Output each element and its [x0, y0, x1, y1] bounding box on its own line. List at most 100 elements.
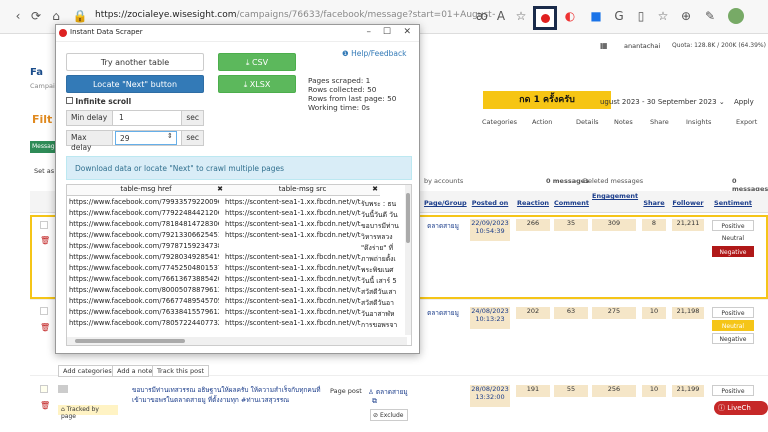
scraped-row: https://www.facebook.com/797871592347385…: [67, 242, 407, 252]
help-link[interactable]: ❶ Help/Feedback: [342, 49, 406, 58]
scroll-thumb[interactable]: [75, 339, 185, 343]
xlsx-button[interactable]: ⤓ XLSX: [218, 75, 296, 93]
instant-data-scraper-extension-button[interactable]: [533, 6, 557, 30]
add-categories-button[interactable]: Add categories: [58, 365, 117, 377]
max-delay-field[interactable]: Max delay 29 ⇕ sec: [66, 130, 204, 152]
track-post-button[interactable]: Track this post: [152, 365, 210, 377]
exclude-label: Exclude: [379, 412, 404, 419]
extensions-icon[interactable]: ✎: [702, 8, 718, 24]
facebook-label: Fa: [30, 67, 43, 78]
row-page[interactable]: ตลาดสายมู: [424, 308, 462, 318]
apply-button[interactable]: Apply: [734, 98, 754, 106]
scroll-thumb[interactable]: [406, 193, 410, 243]
profile-avatar[interactable]: [728, 8, 744, 24]
extension-g-icon[interactable]: G: [611, 8, 627, 24]
sentiment-positive[interactable]: Positive: [712, 220, 754, 231]
sentiment-positive[interactable]: Positive: [712, 385, 754, 396]
try-another-table-button[interactable]: Try another table: [66, 53, 204, 71]
text-size-icon[interactable]: A: [493, 8, 509, 24]
tool-categories[interactable]: Categories: [482, 118, 517, 126]
minimize-icon[interactable]: –: [367, 27, 372, 37]
tool-share[interactable]: Share: [650, 118, 669, 126]
row-posted[interactable]: 22/09/2023 10:54:39: [470, 219, 510, 241]
livechat-button[interactable]: ⓘ LiveCh: [714, 401, 768, 415]
col-engagement[interactable]: Engagement: [592, 192, 638, 214]
close-icon[interactable]: ✕: [403, 27, 411, 37]
extension-blue-icon[interactable]: ■: [588, 8, 604, 24]
post-text-line1[interactable]: ขอบารมีท่านเทสวรรณ อธิษฐานให้ผลครับ ให้ค…: [132, 385, 327, 395]
favorites-icon[interactable]: ☆: [655, 8, 671, 24]
sentiment-negative[interactable]: Negative: [712, 246, 754, 257]
infinite-scroll-toggle[interactable]: Infinite scroll: [66, 97, 131, 106]
text-cell: วันนี้วันดี วัน: [361, 209, 405, 219]
max-delay-label: Max delay: [67, 131, 113, 152]
sentiment-positive[interactable]: Positive: [712, 307, 754, 318]
reload-icon[interactable]: ⟳: [28, 8, 44, 24]
user-icon: ♙: [368, 388, 374, 396]
locate-next-button[interactable]: Locate "Next" button: [66, 75, 204, 93]
read-aloud-icon[interactable]: ꜵ: [474, 8, 490, 24]
stepper-icon[interactable]: ⇕: [167, 132, 173, 140]
xlsx-label: XLSX: [249, 80, 271, 89]
home-icon[interactable]: ⌂: [48, 8, 64, 24]
min-delay-field[interactable]: Min delay 1 sec: [66, 110, 204, 126]
sentiment-neutral[interactable]: Neutral: [712, 233, 754, 244]
trash-icon[interactable]: 🗑: [40, 323, 50, 332]
post-text-line2[interactable]: เข้ามาขอพรในตลาดสายมู ที่ตั้งงามทุก #ท่า…: [132, 395, 327, 405]
menu-icon[interactable]: ‹: [10, 8, 26, 24]
text-cell: วิหารหลวง: [361, 231, 405, 241]
sentiment-negative[interactable]: Negative: [712, 333, 754, 344]
tool-notes[interactable]: Notes: [614, 118, 633, 126]
address-bar[interactable]: https://zocialeye.wisesight.com/campaign…: [95, 10, 495, 20]
min-delay-input[interactable]: 1: [115, 111, 128, 125]
remove-column-icon[interactable]: ✖: [217, 185, 223, 193]
tool-export[interactable]: Export: [736, 118, 757, 126]
tracked-label: Tracked by page: [61, 406, 99, 420]
user-name[interactable]: anantachai: [624, 42, 660, 50]
row-follower: 21,198: [672, 307, 704, 319]
maximize-icon[interactable]: ☐: [383, 27, 391, 37]
extension-red-icon[interactable]: ◐: [562, 8, 578, 24]
row-page-link[interactable]: ♙ ตลาดสายมู: [368, 387, 408, 397]
csv-button[interactable]: ⤓ CSV: [218, 53, 296, 71]
href-cell: https://www.facebook.com/780572244077320: [69, 319, 219, 327]
row-posted[interactable]: 24/08/2023 10:13:23: [470, 307, 510, 329]
add-note-button[interactable]: Add a note: [112, 365, 158, 377]
tool-insights[interactable]: Insights: [686, 118, 711, 126]
infinite-scroll-label: Infinite scroll: [75, 97, 132, 106]
tab-message[interactable]: Message: [30, 141, 58, 153]
working-time: Working time: 0s: [308, 103, 370, 112]
text-cell: สวัสดีวันอา: [361, 297, 405, 307]
href-cell: https://www.facebook.com/766136738854204: [69, 275, 219, 283]
text-cell: วันอาสาฬห: [361, 308, 405, 318]
external-link-icon[interactable]: ⧉: [372, 397, 377, 406]
grid-icon[interactable]: ▦: [600, 41, 608, 50]
rows-from-last-page: Rows from last page: 50: [308, 94, 397, 103]
trash-icon[interactable]: 🗑: [40, 401, 50, 410]
split-screen-icon[interactable]: ▯: [633, 8, 649, 24]
row-comment: 63: [554, 307, 588, 319]
trash-icon[interactable]: 🗑: [40, 236, 50, 245]
scraped-row: https://www.facebook.com/781848147283063…: [67, 220, 407, 230]
popup-title: Instant Data Scraper: [70, 28, 143, 36]
row-posted[interactable]: 28/08/2023 13:32:00: [470, 385, 510, 407]
scraped-row: https://www.facebook.com/774525048015373…: [67, 264, 407, 274]
infinite-scroll-checkbox[interactable]: [66, 97, 73, 104]
sentiment-neutral[interactable]: Neutral: [712, 320, 754, 331]
remove-column-icon[interactable]: ✖: [372, 185, 378, 193]
tool-action[interactable]: Action: [532, 118, 552, 126]
row-page[interactable]: ตลาดสายมู: [424, 221, 462, 231]
favorite-star-icon[interactable]: ☆: [513, 8, 529, 24]
scraped-row: https://www.facebook.com/800050788796132…: [67, 286, 407, 296]
row-checkbox[interactable]: [40, 385, 48, 393]
row-engagement: 309: [592, 219, 636, 231]
row-checkbox[interactable]: [40, 221, 48, 229]
collections-icon[interactable]: ⊕: [678, 8, 694, 24]
rows-collected: Rows collected: 50: [308, 85, 377, 94]
table-horizontal-scrollbar[interactable]: [67, 337, 407, 345]
tool-details[interactable]: Details: [576, 118, 599, 126]
row-checkbox[interactable]: [40, 307, 48, 315]
table-vertical-scrollbar[interactable]: [405, 185, 411, 335]
exclude-button[interactable]: ⊘ Exclude: [370, 409, 408, 421]
date-range[interactable]: ugust 2023 - 30 September 2023 ⌄: [600, 98, 730, 112]
